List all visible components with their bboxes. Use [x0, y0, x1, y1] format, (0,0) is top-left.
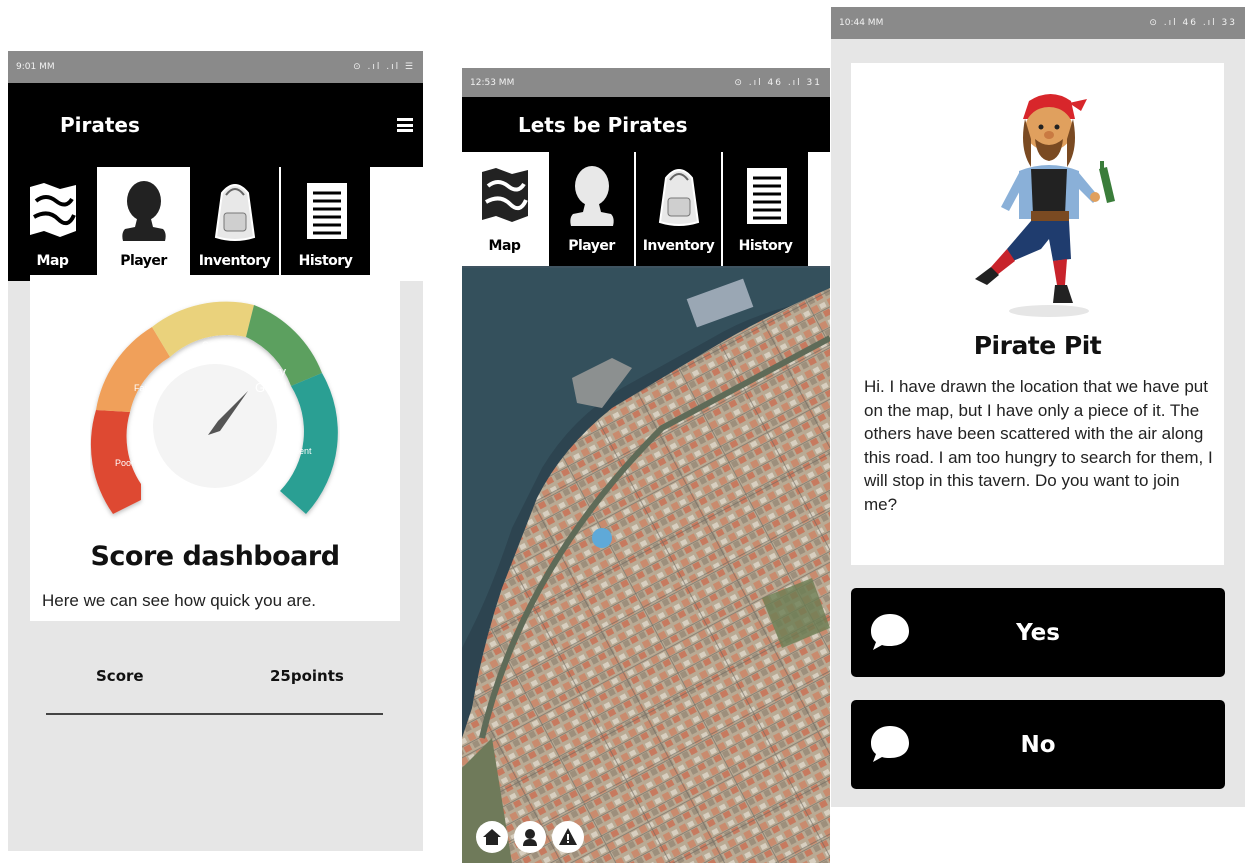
- status-bar: 10:44 MM ⊙ .ıl 46 .ıl 33: [831, 7, 1245, 39]
- phone-map-screen: 12:53 MM ⊙ .ıl 46 .ıl 31 Lets be Pirates…: [462, 68, 830, 863]
- player-icon: [121, 181, 166, 241]
- status-bar: 12:53 MM ⊙ .ıl 46 .ıl 31: [462, 68, 830, 97]
- score-gauge: Poor Fair Good Very Good Excellent: [90, 301, 338, 514]
- tab-inventory-label: Inventory: [198, 253, 271, 269]
- map-icon: [481, 168, 528, 222]
- phone-score-screen: 9:01 MM ⊙ .ıl .ıl ☰ Pirates Map Player I…: [8, 51, 423, 851]
- tab-inventory-label: Inventory: [642, 238, 715, 254]
- player-location-button[interactable]: [514, 821, 546, 853]
- status-icons: ⊙ .ıl 46 .ıl 31: [734, 77, 822, 88]
- status-icons: ⊙ .ıl .ıl ☰: [353, 62, 415, 72]
- map-icon: [29, 183, 76, 237]
- gauge-label-fair: Fair: [134, 383, 150, 393]
- speech-bubble-icon: [871, 726, 909, 762]
- gauge-label-poor: Poor: [115, 458, 134, 468]
- app-title: Pirates: [60, 113, 140, 137]
- gauge-label-excellent: Excellent: [275, 446, 312, 456]
- card-title: Score dashboard: [90, 541, 340, 572]
- satellite-map[interactable]: [462, 268, 830, 863]
- tab-history-label: History: [298, 253, 353, 269]
- divider: [46, 713, 383, 715]
- player-icon: [569, 166, 614, 226]
- tab-history[interactable]: History: [281, 167, 372, 281]
- tab-player[interactable]: Player: [549, 152, 636, 266]
- tab-bar: Map Player Inventory History: [8, 167, 423, 281]
- tab-history-label: History: [738, 238, 793, 254]
- map-controls: [476, 821, 584, 853]
- list-icon: [746, 168, 787, 224]
- yes-button[interactable]: Yes: [851, 588, 1225, 677]
- phone-dialog-screen: 10:44 MM ⊙ .ıl 46 .ıl 33 Pirate Pit Hi. …: [831, 7, 1245, 807]
- status-time: 9:01 MM: [16, 62, 55, 72]
- backpack-icon: [214, 184, 255, 241]
- status-time: 12:53 MM: [470, 77, 515, 88]
- tab-player-label: Player: [568, 238, 615, 254]
- home-icon: [483, 829, 501, 845]
- tab-inventory[interactable]: Inventory: [190, 167, 281, 281]
- status-time: 10:44 MM: [839, 18, 884, 28]
- map-imagery: [462, 268, 830, 863]
- score-label: Score: [96, 667, 144, 685]
- tab-map-label: Map: [36, 253, 69, 269]
- dialog-text: Hi. I have drawn the location that we ha…: [864, 377, 1213, 514]
- list-icon: [302, 183, 347, 239]
- gauge-label-good: Good: [202, 340, 224, 350]
- tab-player[interactable]: Player: [99, 167, 190, 281]
- score-value: 25points: [270, 667, 344, 685]
- warning-button[interactable]: [552, 821, 584, 853]
- status-icons: ⊙ .ıl 46 .ıl 33: [1149, 18, 1237, 28]
- score-card: Poor Fair Good Very Good Excellent Score…: [30, 275, 400, 621]
- dialog-card: Pirate Pit Hi. I have drawn the location…: [851, 63, 1224, 565]
- tab-history[interactable]: History: [723, 152, 810, 266]
- hamburger-menu-icon[interactable]: [397, 118, 413, 132]
- card-subtitle: Here we can see how quick you are.: [42, 591, 317, 610]
- gauge-label-very: Very: [260, 364, 287, 379]
- no-button[interactable]: No: [851, 700, 1225, 789]
- tab-bar: Map Player Inventory History: [462, 152, 830, 266]
- tab-inventory[interactable]: Inventory: [636, 152, 723, 266]
- app-bar: Lets be Pirates: [462, 97, 830, 152]
- gauge-label-very-good: Good: [255, 380, 287, 395]
- gauge-segment-excellent: [280, 373, 338, 514]
- pirate-character-illustration: [975, 94, 1115, 317]
- app-title: Lets be Pirates: [518, 112, 688, 137]
- backpack-icon: [658, 169, 699, 226]
- dialog-title: Pirate Pit: [973, 331, 1102, 360]
- tab-map[interactable]: Map: [462, 152, 549, 266]
- app-bar: Pirates: [8, 83, 423, 167]
- status-bar: 9:01 MM ⊙ .ıl .ıl ☰: [8, 51, 423, 83]
- warning-icon: [559, 828, 577, 845]
- player-icon: [523, 829, 537, 846]
- tab-player-label: Player: [120, 253, 167, 269]
- tab-map[interactable]: Map: [8, 167, 99, 281]
- gauge-segment-fair: [96, 327, 170, 412]
- tab-map-label: Map: [488, 238, 521, 254]
- home-button[interactable]: [476, 821, 508, 853]
- speech-bubble-icon: [871, 614, 909, 650]
